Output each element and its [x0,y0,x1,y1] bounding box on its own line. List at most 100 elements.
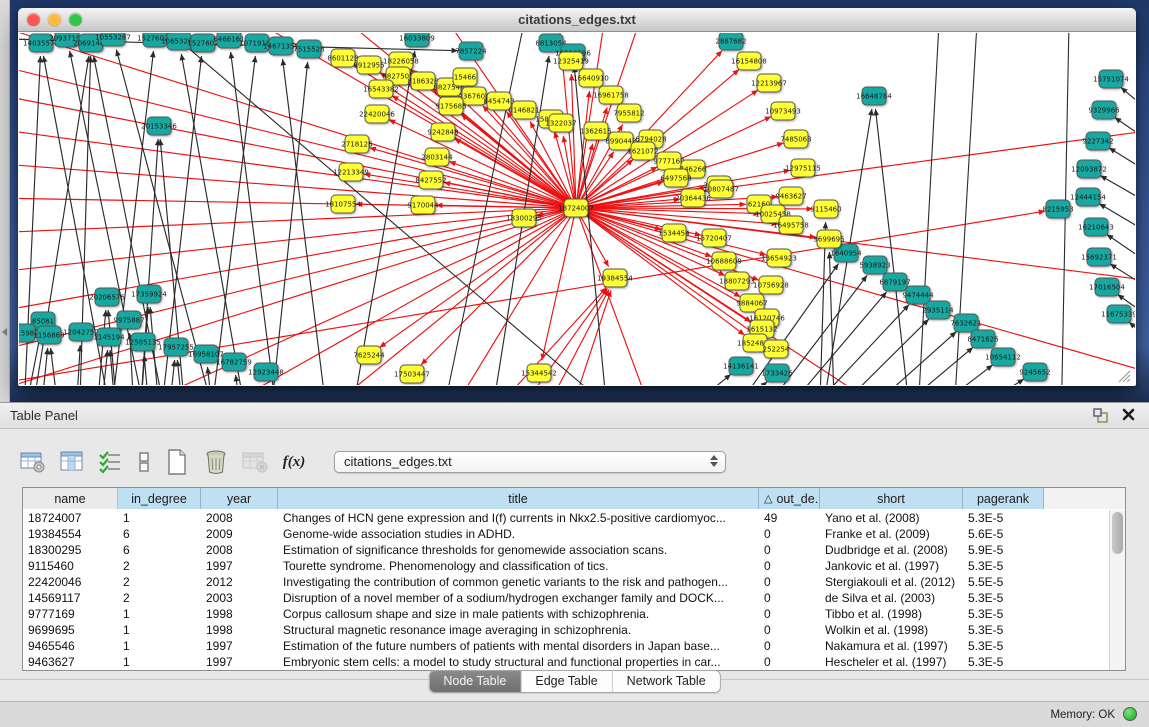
cell-year[interactable]: 2003 [201,590,278,606]
cell-short[interactable]: Yano et al. (2008) [820,510,963,526]
table-row[interactable]: 946362711997Embryonic stem cells: a mode… [23,654,1109,670]
memory-ok-indicator[interactable] [1123,707,1137,721]
cell-year[interactable]: 2009 [201,526,278,542]
cell-title[interactable]: Genome-wide association studies in ADHD. [278,526,759,542]
window-resize-grip[interactable] [1115,367,1133,383]
cell-pagerank[interactable]: 5.6E-5 [963,526,1044,542]
column-header-out-de-[interactable]: △out_de... [759,488,820,509]
column-header-title[interactable]: title [278,488,759,509]
function-builder-button[interactable]: f(x) [279,447,309,477]
cell-short[interactable]: Stergiakouli et al. (2012) [820,574,963,590]
cell-year[interactable]: 1997 [201,654,278,670]
cell-pagerank[interactable]: 5.3E-5 [963,638,1044,654]
cell-out-de-[interactable]: 49 [759,510,820,526]
cell-name[interactable]: 18300295 [23,542,118,558]
column-header-pagerank[interactable]: pagerank [963,488,1044,509]
cell-title[interactable]: Investigating the contribution of common… [278,574,759,590]
cell-year[interactable]: 1997 [201,638,278,654]
table-row[interactable]: 969969511998Structural magnetic resonanc… [23,622,1109,638]
cell-year[interactable]: 2012 [201,574,278,590]
cell-title[interactable]: Changes of HCN gene expression and I(f) … [278,510,759,526]
delete-column-button[interactable] [201,447,231,477]
cell-name[interactable]: 9777169 [23,606,118,622]
column-header-short[interactable]: short [820,488,963,509]
cell-name[interactable]: 9115460 [23,558,118,574]
cell-out-de-[interactable]: 0 [759,574,820,590]
cell-name[interactable]: 9699695 [23,622,118,638]
cell-year[interactable]: 1998 [201,622,278,638]
cell-short[interactable]: Dudbridge et al. (2008) [820,542,963,558]
cell-in-degree[interactable]: 2 [118,590,201,606]
cell-pagerank[interactable]: 5.3E-5 [963,622,1044,638]
cell-title[interactable]: Structural magnetic resonance image aver… [278,622,759,638]
cell-out-de-[interactable]: 0 [759,606,820,622]
cell-name[interactable]: 9463627 [23,654,118,670]
cell-name[interactable]: 18724007 [23,510,118,526]
table-settings-button[interactable] [18,447,48,477]
table-row[interactable]: 2242004622012Investigating the contribut… [23,574,1109,590]
tab-network-table[interactable]: Network Table [613,671,720,692]
cell-short[interactable]: Jankovic et al. (1997) [820,558,963,574]
cell-pagerank[interactable]: 5.3E-5 [963,510,1044,526]
row-height-button[interactable] [135,447,153,477]
cell-short[interactable]: Hescheler et al. (1997) [820,654,963,670]
tab-edge-table[interactable]: Edge Table [521,671,612,692]
cell-pagerank[interactable]: 5.3E-5 [963,558,1044,574]
cell-pagerank[interactable]: 5.3E-5 [963,590,1044,606]
cell-in-degree[interactable]: 1 [118,638,201,654]
cell-name[interactable]: 14569117 [23,590,118,606]
cell-in-degree[interactable]: 6 [118,526,201,542]
cell-in-degree[interactable]: 1 [118,654,201,670]
cell-short[interactable]: de Silva et al. (2003) [820,590,963,606]
cell-year[interactable]: 2008 [201,510,278,526]
cell-out-de-[interactable]: 0 [759,542,820,558]
column-header-name[interactable]: name [23,488,118,509]
table-row[interactable]: 1830029562008Estimation of significance … [23,542,1109,558]
cell-pagerank[interactable]: 5.3E-5 [963,654,1044,670]
cell-year[interactable]: 1997 [201,558,278,574]
cell-name[interactable]: 22420046 [23,574,118,590]
cell-title[interactable]: Estimation of the future numbers of pati… [278,638,759,654]
cell-out-de-[interactable]: 0 [759,622,820,638]
cell-out-de-[interactable]: 0 [759,558,820,574]
network-graph-canvas[interactable]: 1403557220937194206914061055328715276021… [19,33,1135,385]
cell-short[interactable]: Franke et al. (2009) [820,526,963,542]
cell-title[interactable]: Disruption of a novel member of a sodium… [278,590,759,606]
panel-collapse-handle[interactable] [2,328,7,336]
float-window-icon[interactable] [1093,408,1109,428]
table-row[interactable]: 1938455462009Genome-wide association stu… [23,526,1109,542]
select-columns-button[interactable] [96,447,126,477]
cell-year[interactable]: 2008 [201,542,278,558]
table-row[interactable]: 946554611997Estimation of the future num… [23,638,1109,654]
cell-pagerank[interactable]: 5.5E-5 [963,574,1044,590]
cell-in-degree[interactable]: 1 [118,510,201,526]
new-file-button[interactable] [162,447,192,477]
cell-title[interactable]: Embryonic stem cells: a model to study s… [278,654,759,670]
cell-name[interactable]: 9465546 [23,638,118,654]
panel-close-icon[interactable] [1122,408,1135,426]
scrollbar-thumb[interactable] [1112,512,1123,554]
table-row[interactable]: 911546021997Tourette syndrome. Phenomeno… [23,558,1109,574]
cell-out-de-[interactable]: 0 [759,638,820,654]
cell-in-degree[interactable]: 1 [118,606,201,622]
cell-title[interactable]: Estimation of significance thresholds fo… [278,542,759,558]
cell-short[interactable]: Wolkin et al. (1998) [820,622,963,638]
cell-pagerank[interactable]: 5.3E-5 [963,606,1044,622]
cell-short[interactable]: Nakamura et al. (1997) [820,638,963,654]
table-row[interactable]: 1456911722003Disruption of a novel membe… [23,590,1109,606]
cell-in-degree[interactable]: 2 [118,558,201,574]
cell-pagerank[interactable]: 5.9E-5 [963,542,1044,558]
tab-node-table[interactable]: Node Table [429,671,521,692]
column-header-year[interactable]: year [201,488,278,509]
table-row[interactable]: 1872400712008Changes of HCN gene express… [23,510,1109,526]
cell-year[interactable]: 1998 [201,606,278,622]
table-vertical-scrollbar[interactable] [1109,510,1125,670]
cell-in-degree[interactable]: 2 [118,574,201,590]
cell-out-de-[interactable]: 0 [759,654,820,670]
cell-title[interactable]: Corpus callosum shape and size in male p… [278,606,759,622]
cell-title[interactable]: Tourette syndrome. Phenomenology and cla… [278,558,759,574]
cell-short[interactable]: Tibbo et al. (1998) [820,606,963,622]
cell-in-degree[interactable]: 6 [118,542,201,558]
cell-name[interactable]: 19384554 [23,526,118,542]
table-row[interactable]: 977716911998Corpus callosum shape and si… [23,606,1109,622]
